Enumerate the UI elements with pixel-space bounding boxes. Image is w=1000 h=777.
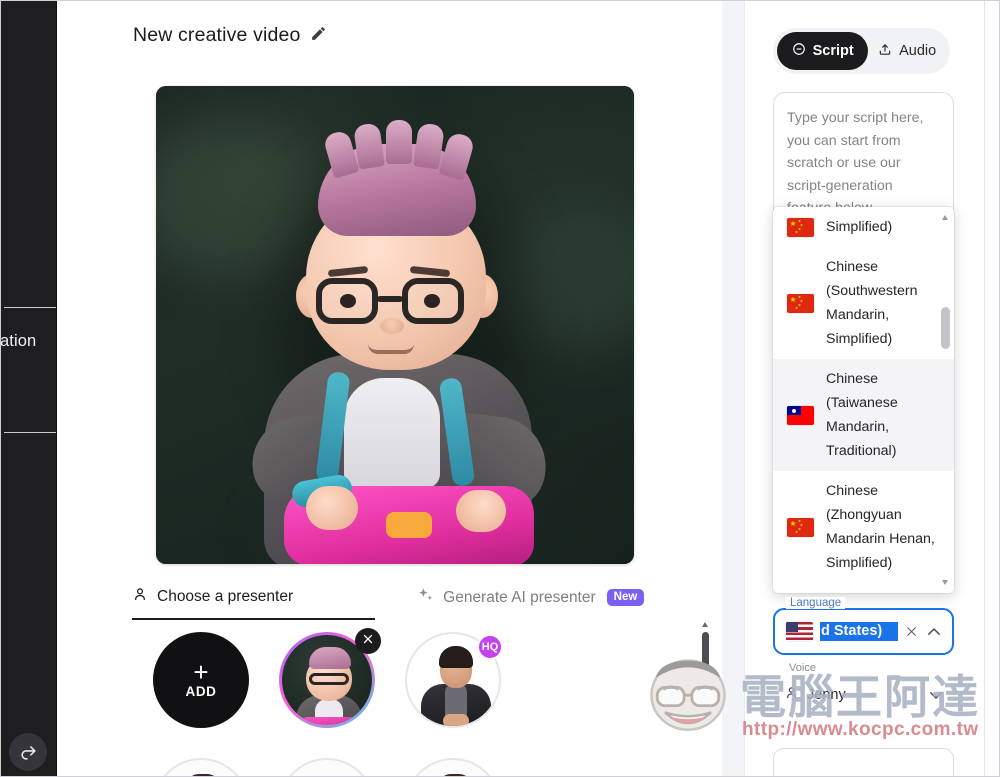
panel-gap-rail bbox=[722, 0, 744, 777]
close-icon bbox=[362, 632, 374, 650]
language-selected-value: d States) bbox=[820, 622, 898, 641]
scroll-up-arrow-icon[interactable] bbox=[702, 622, 708, 627]
dropdown-option-label: Chinese (Zhongyuan Mandarin Henan, Simpl… bbox=[826, 483, 935, 571]
dropdown-option[interactable]: Chinese (Southwestern Mandarin, Simplifi… bbox=[773, 247, 954, 359]
page-title: New creative video bbox=[133, 24, 301, 46]
tab-generate-ai-presenter[interactable]: Generate AI presenter New bbox=[417, 587, 645, 620]
list-item[interactable] bbox=[153, 758, 249, 777]
tab-audio[interactable]: Audio bbox=[868, 32, 946, 70]
sidebar-truncated-label: ation bbox=[0, 332, 37, 350]
remove-avatar-button[interactable] bbox=[355, 628, 381, 654]
voice-selected-value: Jenny bbox=[807, 687, 846, 703]
editor-area: New creative video Choose a presenter Ge… bbox=[57, 0, 722, 777]
selected-avatar-item[interactable] bbox=[279, 628, 381, 728]
chevron-down-icon[interactable] bbox=[927, 686, 945, 704]
script-audio-tab-group: Script Audio bbox=[773, 28, 950, 74]
chevron-up-icon[interactable] bbox=[925, 623, 943, 641]
upload-icon bbox=[878, 42, 892, 61]
add-presenter-button[interactable]: + ADD bbox=[153, 632, 249, 728]
flag-china-icon bbox=[787, 217, 814, 237]
status-badge-new: New bbox=[606, 589, 645, 606]
sidebar-divider-top bbox=[4, 307, 56, 308]
presenter-avatar-item[interactable]: HQ bbox=[405, 632, 503, 728]
presenter-avatar-row: + ADD HQ bbox=[153, 628, 503, 728]
voice-select-field[interactable]: Jenny bbox=[773, 672, 954, 718]
presenter-tab-bar: Choose a presenter Generate AI presenter… bbox=[132, 586, 645, 620]
dropdown-option-label: Chinese (Southwestern Mandarin, Simplifi… bbox=[826, 259, 918, 347]
tab-label: Generate AI presenter bbox=[443, 588, 596, 606]
dropdown-option[interactable]: Simplified) bbox=[773, 207, 954, 247]
language-select-field[interactable]: d States) bbox=[773, 608, 954, 655]
pencil-icon[interactable] bbox=[310, 25, 327, 47]
script-placeholder: Type your script here, you can start fro… bbox=[787, 110, 924, 216]
add-label: ADD bbox=[185, 683, 217, 699]
dropdown-option-selected[interactable]: Chinese (Taiwanese Mandarin, Traditional… bbox=[773, 359, 954, 471]
clear-language-button[interactable] bbox=[905, 625, 918, 638]
dropdown-option-label: Simplified) bbox=[826, 219, 893, 235]
tab-script[interactable]: Script bbox=[777, 32, 869, 70]
flag-taiwan-icon bbox=[787, 405, 814, 425]
sidebar-divider-bottom bbox=[4, 432, 56, 433]
flag-china-icon bbox=[787, 293, 814, 313]
tab-label: Audio bbox=[899, 43, 937, 59]
scroll-up-arrow-icon[interactable] bbox=[942, 215, 948, 220]
flag-usa-icon bbox=[786, 622, 813, 641]
sparkle-icon bbox=[417, 587, 434, 609]
video-preview-canvas[interactable] bbox=[156, 86, 634, 564]
language-dropdown-list[interactable]: Simplified) Chinese (Southwestern Mandar… bbox=[773, 207, 954, 593]
panel-right-edge bbox=[984, 0, 992, 777]
language-field-legend: Language bbox=[786, 597, 846, 609]
editor-scrollbar[interactable] bbox=[702, 622, 709, 696]
list-item[interactable] bbox=[405, 758, 501, 777]
status-badge-hq: HQ bbox=[477, 634, 503, 660]
list-item[interactable] bbox=[279, 758, 375, 777]
flag-china-icon bbox=[787, 517, 814, 537]
app-window: ation New creative video Choose a presen… bbox=[0, 0, 1000, 777]
tab-label: Choose a presenter bbox=[157, 587, 294, 605]
person-icon bbox=[784, 685, 799, 705]
tab-label: Script bbox=[812, 43, 854, 59]
redo-arrow-icon bbox=[19, 743, 38, 762]
dropdown-option[interactable]: Chinese (Zhongyuan Mandarin Henan, Simpl… bbox=[773, 471, 954, 583]
voice-field-legend: Voice bbox=[789, 662, 816, 674]
character-illustration bbox=[156, 86, 634, 564]
scrollbar-thumb[interactable] bbox=[941, 307, 950, 349]
plus-icon: + bbox=[193, 656, 209, 687]
dropdown-option-label: Chinese (Taiwanese Mandarin, Traditional… bbox=[826, 371, 898, 459]
presenter-avatar-row-second bbox=[153, 758, 501, 777]
tab-choose-a-presenter[interactable]: Choose a presenter bbox=[132, 586, 376, 620]
person-icon bbox=[132, 586, 148, 607]
left-sidebar: ation bbox=[0, 0, 57, 777]
next-field-placeholder[interactable] bbox=[773, 748, 954, 777]
scrollbar-thumb[interactable] bbox=[702, 632, 709, 692]
script-icon bbox=[792, 42, 806, 60]
dropdown-scrollbar[interactable] bbox=[941, 215, 950, 585]
document-title-row: New creative video bbox=[133, 24, 327, 47]
scroll-down-arrow-icon[interactable] bbox=[942, 580, 948, 585]
redo-button[interactable] bbox=[9, 733, 47, 771]
